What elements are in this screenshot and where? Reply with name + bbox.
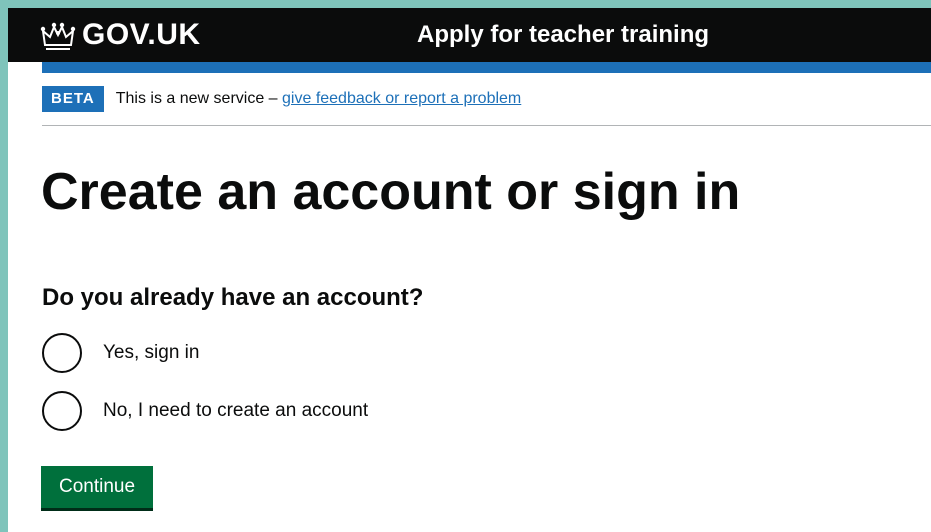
phase-banner-message: This is a new service –	[115, 90, 283, 107]
radio-label: No, I need to create an account	[103, 400, 369, 421]
radio-button[interactable]	[42, 391, 82, 431]
header-blue-bar	[42, 62, 931, 73]
radio-button[interactable]	[42, 333, 82, 373]
govuk-logo-link[interactable]: GOV.UK	[40, 8, 201, 62]
radio-label: Yes, sign in	[103, 342, 200, 363]
beta-tag: BETA	[42, 86, 104, 112]
page-title: Create an account or sign in	[41, 163, 741, 221]
crown-icon	[40, 22, 76, 50]
feedback-link[interactable]: give feedback or report a problem	[282, 90, 521, 107]
page-frame: GOV.UK Apply for teacher training BETA T…	[8, 8, 931, 532]
radio-option-yes-sign-in[interactable]: Yes, sign in	[42, 331, 199, 375]
site-header: GOV.UK Apply for teacher training	[8, 8, 931, 62]
continue-button[interactable]: Continue	[41, 466, 153, 508]
service-name-link[interactable]: Apply for teacher training	[417, 8, 709, 62]
logo-text: GOV.UK	[82, 18, 201, 51]
phase-banner-text: This is a new service – give feedback or…	[116, 90, 522, 108]
radio-option-create-account[interactable]: No, I need to create an account	[42, 389, 368, 433]
account-question: Do you already have an account?	[42, 284, 424, 311]
phase-banner: BETA This is a new service – give feedba…	[42, 73, 931, 126]
